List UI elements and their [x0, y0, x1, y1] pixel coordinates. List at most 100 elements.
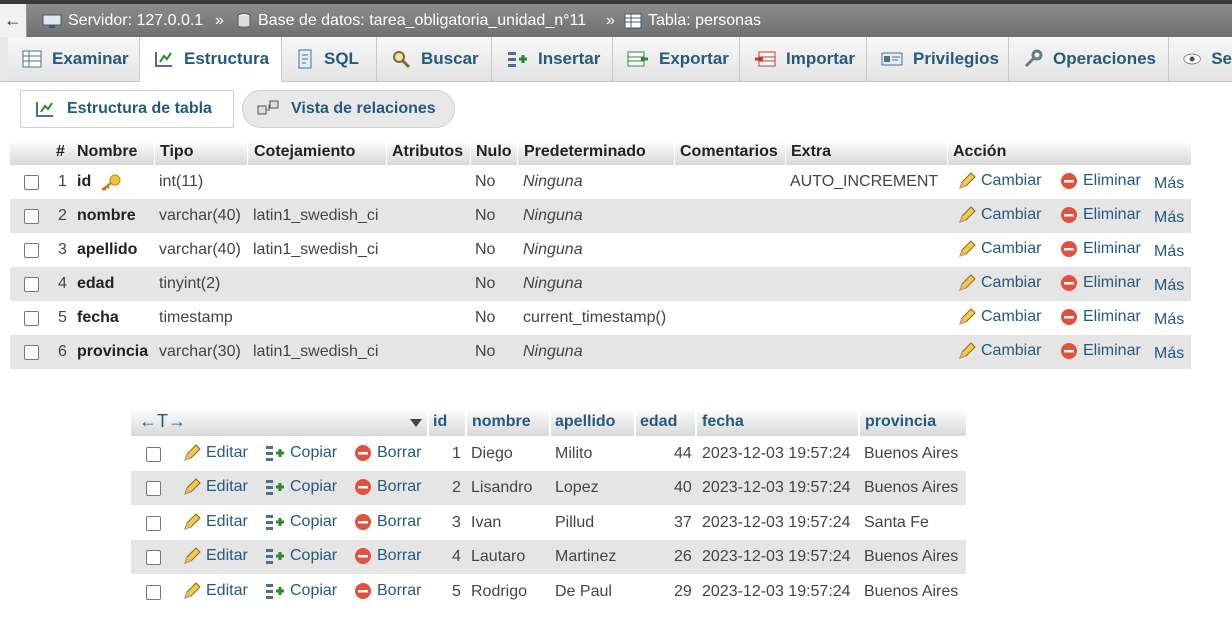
col-nombre[interactable]: nombre	[472, 413, 531, 431]
cell-fecha: 2023-12-03 19:57:24	[702, 479, 851, 496]
col-edad[interactable]: edad	[640, 413, 677, 431]
drop-button[interactable]: Eliminar	[1060, 240, 1141, 258]
row-checkbox[interactable]	[24, 311, 39, 326]
change-button[interactable]: Cambiar	[958, 308, 1041, 326]
sort-dropdown-icon[interactable]	[409, 418, 423, 428]
drop-label: Eliminar	[1083, 274, 1141, 291]
row-checkbox[interactable]	[24, 277, 39, 292]
copy-icon	[266, 584, 284, 599]
tab-insertar[interactable]: Insertar	[492, 37, 613, 81]
delete-button[interactable]: Borrar	[354, 547, 421, 565]
back-button[interactable]: ←	[0, 4, 27, 37]
delete-button[interactable]: Borrar	[354, 582, 421, 600]
drop-label: Eliminar	[1083, 308, 1141, 325]
copy-button[interactable]: Copiar	[265, 478, 337, 496]
tab-seguimiento[interactable]: Se	[1169, 37, 1232, 81]
change-label: Cambiar	[981, 342, 1042, 359]
more-button[interactable]: Más	[1154, 311, 1184, 329]
edit-button[interactable]: Editar	[183, 478, 248, 496]
edit-button[interactable]: Editar	[183, 444, 248, 462]
row-checkbox[interactable]	[146, 516, 161, 531]
row-checkbox[interactable]	[146, 585, 161, 600]
col-null: Nulo	[476, 143, 512, 160]
change-button[interactable]: Cambiar	[958, 342, 1041, 360]
tab-estructura[interactable]: Estructura	[140, 37, 282, 82]
field-collation: latin1_swedish_ci	[253, 343, 379, 360]
subtab-structure[interactable]: Estructura de tabla	[20, 90, 234, 128]
col-provincia[interactable]: provincia	[865, 413, 936, 431]
col-apellido[interactable]: apellido	[555, 413, 615, 431]
more-button[interactable]: Más	[1154, 277, 1184, 295]
tab-examinar[interactable]: Examinar	[8, 37, 140, 81]
change-button[interactable]: Cambiar	[958, 240, 1041, 258]
copy-label: Copiar	[290, 444, 338, 461]
field-name: apellido	[77, 241, 138, 258]
edit-button[interactable]: Editar	[183, 582, 248, 600]
breadcrumb-server[interactable]: Servidor: 127.0.0.1	[42, 4, 203, 37]
more-button[interactable]: Más	[1154, 243, 1184, 261]
tab-sql[interactable]: SQL	[282, 37, 377, 81]
drop-button[interactable]: Eliminar	[1060, 342, 1141, 360]
tab-privilegios[interactable]: Privilegios	[867, 37, 1009, 81]
edit-label: Editar	[206, 582, 248, 599]
drop-label: Eliminar	[1083, 342, 1141, 359]
cell-edad: 44	[674, 445, 692, 462]
relations-icon	[257, 100, 279, 115]
row-checkbox[interactable]	[24, 345, 39, 360]
copy-label: Copiar	[290, 547, 338, 564]
breadcrumb-table[interactable]: Tabla: personas	[624, 4, 761, 37]
col-fecha[interactable]: fecha	[702, 413, 744, 431]
pencil-icon	[959, 240, 976, 257]
subtab-relations[interactable]: Vista de relaciones	[242, 90, 455, 128]
col-num: #	[56, 143, 65, 160]
record-row: Editar Copiar Borrar 5 Rodrigo De Paul 2…	[131, 575, 966, 609]
edit-label: Editar	[206, 478, 248, 495]
copy-button[interactable]: Copiar	[265, 444, 337, 462]
copy-button[interactable]: Copiar	[265, 547, 337, 565]
col-name[interactable]: Nombre	[77, 143, 137, 161]
row-checkbox[interactable]	[146, 550, 161, 565]
sql-icon	[298, 49, 312, 69]
more-button[interactable]: Más	[1154, 345, 1184, 363]
row-checkbox[interactable]	[146, 481, 161, 496]
delete-button[interactable]: Borrar	[354, 444, 421, 462]
tab-label: Estructura	[184, 49, 270, 68]
column-resize-arrows[interactable]: ←T→	[139, 411, 186, 432]
copy-button[interactable]: Copiar	[265, 513, 337, 531]
breadcrumb-separator: »	[606, 12, 615, 29]
records-header: ←T→ id nombre apellido edad fecha provin…	[131, 408, 966, 436]
row-checkbox[interactable]	[146, 447, 161, 462]
change-button[interactable]: Cambiar	[958, 274, 1041, 292]
field-name: provincia	[77, 343, 149, 360]
drop-icon	[355, 479, 371, 495]
field-type: varchar(40)	[159, 207, 241, 224]
field-null: No	[475, 343, 496, 360]
row-checkbox[interactable]	[24, 209, 39, 224]
delete-button[interactable]: Borrar	[354, 478, 421, 496]
delete-button[interactable]: Borrar	[354, 513, 421, 531]
edit-button[interactable]: Editar	[183, 547, 248, 565]
col-id[interactable]: id	[433, 413, 447, 431]
change-button[interactable]: Cambiar	[958, 206, 1041, 224]
breadcrumb-database[interactable]: Base de datos: tarea_obligatoria_unidad_…	[236, 4, 586, 37]
row-checkbox[interactable]	[24, 175, 39, 190]
drop-button[interactable]: Eliminar	[1060, 274, 1141, 292]
cell-nombre: Ivan	[471, 514, 502, 531]
tab-importar[interactable]: Importar	[740, 37, 867, 81]
drop-button[interactable]: Eliminar	[1060, 308, 1141, 326]
eye-icon	[1183, 53, 1201, 65]
drop-button[interactable]: Eliminar	[1060, 172, 1141, 190]
drop-button[interactable]: Eliminar	[1060, 206, 1141, 224]
col-action: Acción	[953, 143, 1007, 160]
more-button[interactable]: Más	[1154, 209, 1184, 227]
tab-operaciones[interactable]: Operaciones	[1009, 37, 1169, 81]
cell-id: 1	[452, 445, 461, 462]
row-checkbox[interactable]	[24, 243, 39, 258]
more-button[interactable]: Más	[1154, 175, 1184, 193]
edit-button[interactable]: Editar	[183, 513, 248, 531]
copy-button[interactable]: Copiar	[265, 582, 337, 600]
tab-buscar[interactable]: Buscar	[377, 37, 492, 81]
change-button[interactable]: Cambiar	[958, 172, 1041, 190]
field-null: No	[475, 207, 496, 224]
tab-exportar[interactable]: Exportar	[613, 37, 740, 81]
